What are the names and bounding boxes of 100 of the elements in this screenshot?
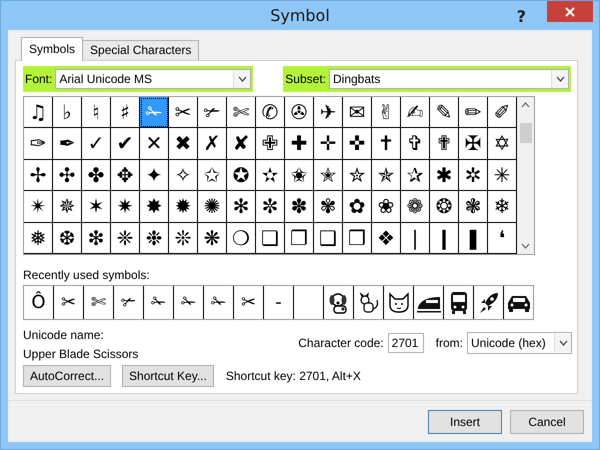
symbol-cell[interactable]: ❙	[430, 222, 459, 254]
symbol-cell[interactable]: ✑	[24, 128, 53, 160]
scrollbar[interactable]	[517, 96, 534, 254]
symbol-cell[interactable]: ♫	[24, 96, 53, 128]
symbol-cell[interactable]: ✕	[140, 128, 169, 160]
symbol-cell[interactable]: ❐	[285, 222, 314, 254]
symbol-cell[interactable]: ♯	[111, 96, 140, 128]
symbol-cell[interactable]: ✵	[53, 191, 82, 222]
dialog-button[interactable]: Shortcut Key...	[122, 365, 214, 387]
symbol-cell[interactable]: ❚	[459, 222, 488, 254]
tab[interactable]: Special Characters	[82, 40, 200, 60]
symbol-cell[interactable]: ✠	[459, 128, 488, 160]
close-button[interactable]	[547, 1, 593, 22]
symbol-cell[interactable]: ✼	[256, 191, 285, 222]
symbol-cell[interactable]: ✦	[140, 160, 169, 191]
symbol-cell[interactable]: ❁	[401, 191, 430, 222]
symbol-cell[interactable]: ✭	[314, 160, 343, 191]
symbol-cell[interactable]: ✂	[169, 96, 198, 128]
symbol-cell[interactable]: ✙	[256, 128, 285, 160]
symbol-cell[interactable]: ✟	[430, 128, 459, 160]
symbol-cell[interactable]: ❒	[343, 222, 372, 254]
dropdown[interactable]: Dingbats	[329, 68, 569, 88]
symbol-cell[interactable]: ✿	[343, 191, 372, 222]
symbol-cell[interactable]: ✌	[372, 96, 401, 128]
recent-symbol-cell[interactable]: ✂	[54, 286, 84, 319]
dialog-button[interactable]: Insert	[428, 410, 502, 434]
symbol-cell[interactable]: ✢	[24, 160, 53, 191]
symbol-cell[interactable]: ✎	[430, 96, 459, 128]
tab[interactable]: Symbols	[21, 36, 84, 60]
symbol-cell[interactable]: ✹	[169, 191, 198, 222]
symbol-cell[interactable]: ✺	[198, 191, 227, 222]
symbol-cell[interactable]: ✱	[430, 160, 459, 191]
symbol-cell[interactable]: ✞	[401, 128, 430, 160]
symbol-cell[interactable]: ❈	[111, 222, 140, 254]
symbol-cell[interactable]: ✽	[285, 191, 314, 222]
symbol-cell[interactable]: ✪	[227, 160, 256, 191]
symbol-cell[interactable]: ✶	[82, 191, 111, 222]
symbol-cell[interactable]: ✾	[314, 191, 343, 222]
symbol-cell[interactable]: ✃	[198, 96, 227, 128]
symbol-cell[interactable]: ❆	[53, 222, 82, 254]
symbol-cell[interactable]: ✍	[401, 96, 430, 128]
symbol-cell[interactable]: ❊	[169, 222, 198, 254]
symbol-cell[interactable]: ✡	[488, 128, 517, 160]
symbol-cell[interactable]: ✥	[111, 160, 140, 191]
recent-symbol-cell[interactable]: ✄	[84, 286, 114, 319]
symbol-cell[interactable]: ❛	[488, 222, 517, 254]
symbol-cell[interactable]: ❑	[314, 222, 343, 254]
recent-symbol-cell[interactable]: ✁	[174, 286, 204, 319]
symbol-cell[interactable]: ✏	[459, 96, 488, 128]
recent-symbol-cell[interactable]: ✃	[114, 286, 144, 319]
symbol-cell[interactable]: ✓	[82, 128, 111, 160]
symbol-cell[interactable]: ✈	[314, 96, 343, 128]
dropdown[interactable]: Arial Unicode MS	[55, 68, 252, 88]
symbol-cell[interactable]: ✣	[53, 160, 82, 191]
symbol-cell[interactable]: ♭	[53, 96, 82, 128]
recent-symbol-cell[interactable]: ✂	[234, 286, 264, 319]
symbol-cell[interactable]: ✐	[488, 96, 517, 128]
symbol-cell[interactable]: ✖	[169, 128, 198, 160]
scrollbar-thumb[interactable]	[520, 122, 532, 142]
symbol-cell[interactable]: ❂	[430, 191, 459, 222]
symbol-cell[interactable]: ❀	[372, 191, 401, 222]
symbol-cell[interactable]: ✧	[169, 160, 198, 191]
symbol-cell[interactable]: ✔	[111, 128, 140, 160]
scroll-up-icon[interactable]	[521, 102, 530, 108]
recent-symbol-cell[interactable]: Ô	[24, 286, 54, 319]
symbol-cell[interactable]: ✰	[401, 160, 430, 191]
symbol-cell[interactable]: ✛	[314, 128, 343, 160]
symbol-cell[interactable]: ✷	[111, 191, 140, 222]
help-button[interactable]: ?	[516, 7, 526, 26]
recent-symbol-cell[interactable]	[414, 286, 444, 319]
symbol-cell[interactable]: ❉	[140, 222, 169, 254]
scroll-down-icon[interactable]	[521, 243, 530, 249]
symbol-cell[interactable]: ❅	[24, 222, 53, 254]
symbol-cell[interactable]: ✝	[372, 128, 401, 160]
symbol-cell[interactable]: ✉	[343, 96, 372, 128]
symbol-cell[interactable]: ✮	[343, 160, 372, 191]
symbol-cell[interactable]: ✸	[140, 191, 169, 222]
symbol-cell[interactable]: ✫	[256, 160, 285, 191]
symbol-cell[interactable]: ❍	[227, 222, 256, 254]
symbol-cell[interactable]: ❇	[82, 222, 111, 254]
symbol-cell[interactable]: ✳	[488, 160, 517, 191]
symbol-cell[interactable]: ❄	[488, 191, 517, 222]
symbol-cell[interactable]: ✴	[24, 191, 53, 222]
recent-symbol-cell[interactable]: -	[264, 286, 294, 319]
symbol-cell[interactable]: ❘	[401, 222, 430, 254]
symbol-cell[interactable]: ✘	[227, 128, 256, 160]
dialog-button[interactable]: Cancel	[510, 410, 584, 434]
symbol-cell[interactable]: ✆	[256, 96, 285, 128]
symbol-cell[interactable]: ✇	[285, 96, 314, 128]
symbol-cell[interactable]: ✲	[459, 160, 488, 191]
symbol-cell[interactable]: ✜	[343, 128, 372, 160]
symbol-cell[interactable]: ✄	[227, 96, 256, 128]
symbol-cell[interactable]: ✗	[198, 128, 227, 160]
dialog-button[interactable]: AutoCorrect...	[23, 365, 112, 387]
symbol-cell[interactable]: ❏	[256, 222, 285, 254]
symbol-cell[interactable]: ✚	[285, 128, 314, 160]
symbol-cell[interactable]: ✻	[227, 191, 256, 222]
symbol-cell[interactable]: ♮	[82, 96, 111, 128]
recent-symbol-cell[interactable]: ✁	[144, 286, 174, 319]
symbol-cell[interactable]: ✯	[372, 160, 401, 191]
